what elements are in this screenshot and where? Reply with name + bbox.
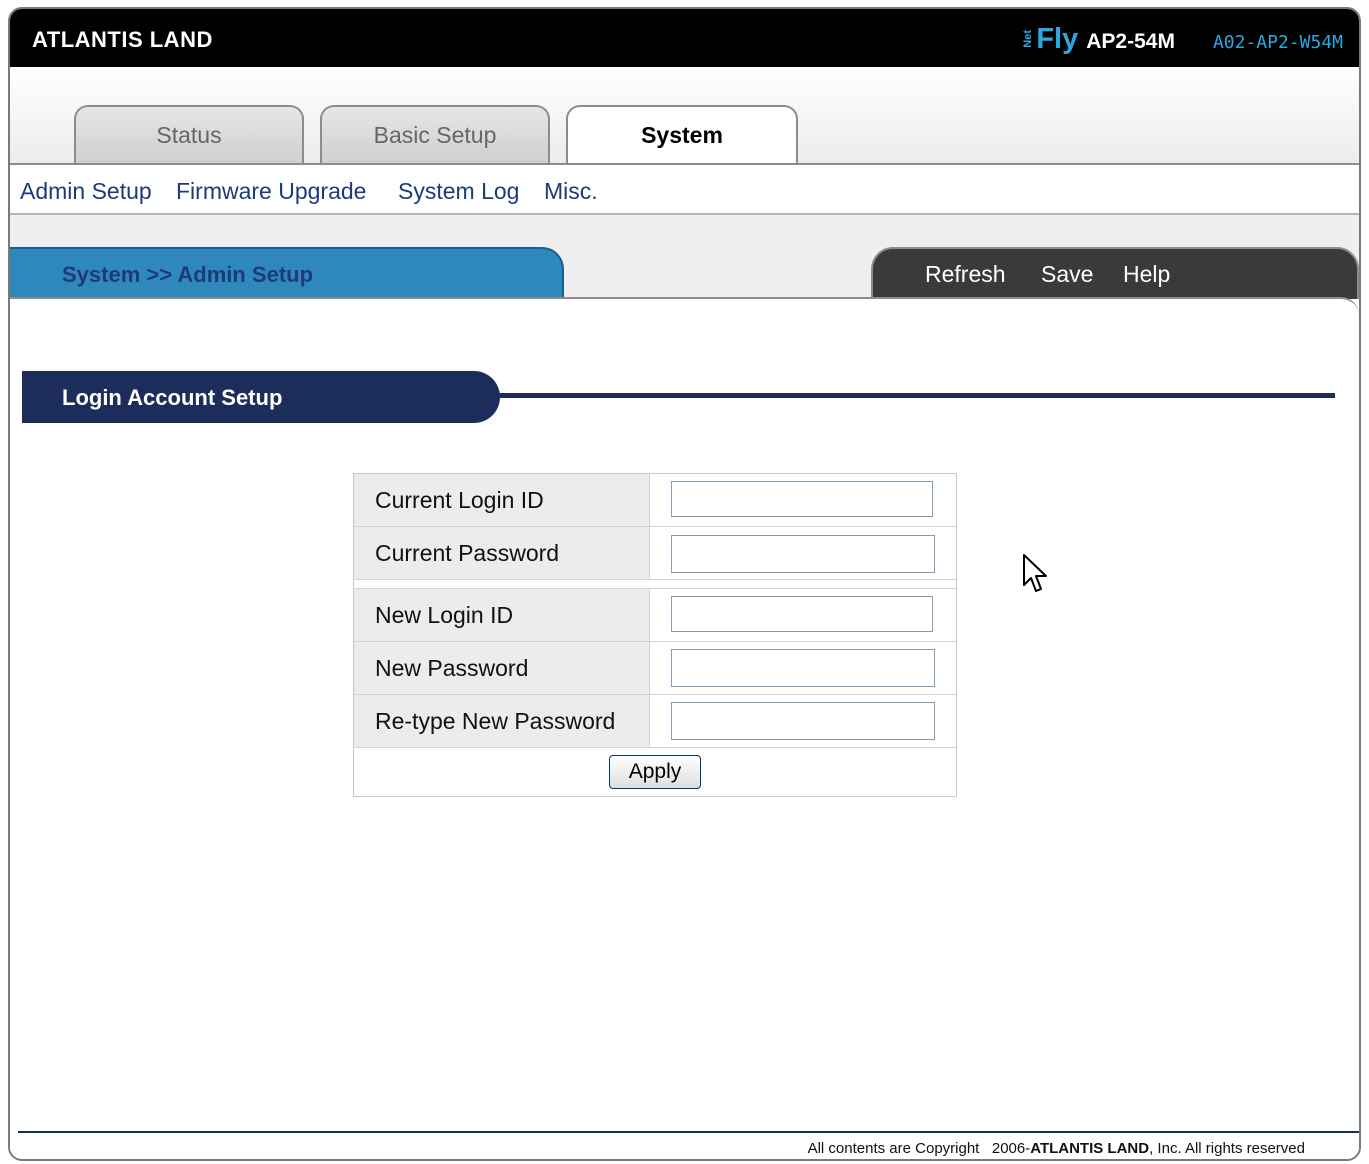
help-button[interactable]: Help [1123, 261, 1170, 288]
top-banner: ATLANTIS LAND Net Fly AP2-54M A02-AP2-W5… [10, 9, 1359, 67]
subnav-misc[interactable]: Misc. [544, 178, 598, 205]
form-row-current-login-id: Current Login ID [354, 474, 956, 527]
subnav-system-log[interactable]: System Log [398, 178, 519, 205]
save-button[interactable]: Save [1041, 261, 1093, 288]
product-badge: Net Fly AP2-54M A02-AP2-W54M [1022, 23, 1343, 55]
footer-company: ATLANTIS LAND [1030, 1140, 1150, 1157]
new-password-input[interactable] [671, 649, 935, 687]
retype-password-label: Re-type New Password [354, 695, 650, 747]
new-login-id-input[interactable] [671, 596, 933, 632]
action-bar: Refresh Save Help [871, 247, 1359, 299]
form-separator [354, 580, 956, 589]
footer-prefix: All contents are Copyright 2006- [807, 1140, 1031, 1157]
main-content: Login Account Setup Current Login ID Cur… [10, 297, 1359, 1159]
footer-suffix: , Inc. All rights reserved [1149, 1140, 1305, 1157]
refresh-button[interactable]: Refresh [925, 261, 1006, 288]
form-row-current-password: Current Password [354, 527, 956, 580]
app-frame: ATLANTIS LAND Net Fly AP2-54M A02-AP2-W5… [8, 7, 1361, 1161]
form-row-new-login-id: New Login ID [354, 589, 956, 642]
tab-basic-setup[interactable]: Basic Setup [320, 105, 550, 163]
subnav-firmware-upgrade[interactable]: Firmware Upgrade [176, 178, 366, 205]
apply-row: Apply [354, 748, 956, 796]
footer-divider [18, 1131, 1359, 1133]
fly-logo: Fly [1036, 23, 1079, 55]
section-header: Login Account Setup [22, 371, 500, 423]
login-account-form: Current Login ID Current Password New Lo… [353, 473, 957, 797]
breadcrumb: System >> Admin Setup [10, 247, 564, 299]
sub-navigation: Admin Setup Firmware Upgrade System Log … [10, 163, 1359, 215]
current-password-input[interactable] [671, 535, 935, 573]
tab-system[interactable]: System [566, 105, 798, 165]
current-login-id-input[interactable] [671, 481, 933, 517]
section-divider [490, 393, 1335, 398]
apply-button[interactable]: Apply [609, 755, 701, 789]
section-title: Login Account Setup [62, 385, 283, 410]
form-row-new-password: New Password [354, 642, 956, 695]
current-login-id-label: Current Login ID [354, 474, 650, 526]
breadcrumb-text: System >> Admin Setup [62, 262, 314, 287]
tab-status[interactable]: Status [74, 105, 304, 163]
new-login-id-label: New Login ID [354, 589, 650, 641]
model-code: A02-AP2-W54M [1212, 32, 1343, 53]
current-password-label: Current Password [354, 527, 650, 579]
net-tag: Net [1022, 30, 1035, 48]
tab-bar: Status Basic Setup System [10, 67, 1359, 165]
retype-password-input[interactable] [671, 702, 935, 740]
new-password-label: New Password [354, 642, 650, 694]
footer-copyright: All contents are Copyright 2006-ATLANTIS… [808, 1140, 1305, 1157]
model-name: AP2-54M [1086, 30, 1175, 53]
form-row-retype-password: Re-type New Password [354, 695, 956, 748]
mouse-cursor-icon [1023, 554, 1047, 592]
brand-logo: ATLANTIS LAND [32, 27, 213, 52]
subnav-admin-setup[interactable]: Admin Setup [20, 178, 152, 205]
